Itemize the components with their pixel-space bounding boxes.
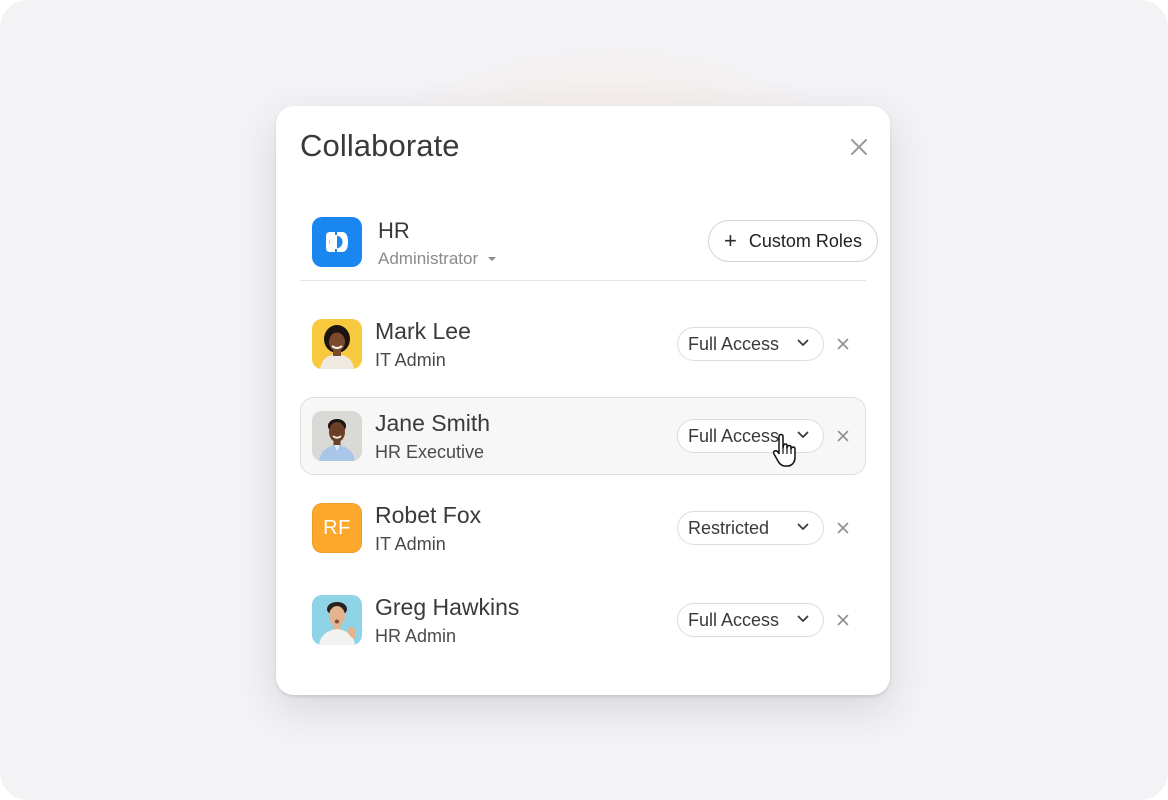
collaborate-dialog: Collaborate HR Administrator + Custom Ro… [276, 106, 890, 695]
avatar-initials: RF [312, 503, 362, 553]
close-icon [851, 139, 867, 155]
member-title: IT Admin [375, 534, 446, 554]
access-level-select[interactable]: Full Access [677, 419, 824, 453]
access-level-select[interactable]: Restricted [677, 511, 824, 545]
caret-down-icon [488, 257, 497, 261]
member-name: Robet Fox [375, 502, 482, 528]
member-name: Greg Hawkins [375, 594, 520, 620]
chevron-down-icon [797, 615, 809, 622]
dialog-title: Collaborate [300, 128, 460, 163]
close-button[interactable] [848, 136, 870, 158]
remove-icon [837, 338, 849, 350]
member-title: IT Admin [375, 350, 446, 370]
access-level-value: Restricted [688, 517, 770, 538]
remove-member-button[interactable] [836, 337, 850, 351]
remove-icon [837, 430, 849, 442]
member-row: RF Robet Fox IT Admin Restricted [300, 489, 866, 567]
member-title: HR Executive [375, 442, 485, 462]
member-row: Greg Hawkins HR Admin Full Access [300, 581, 866, 659]
remove-icon [837, 614, 849, 626]
chevron-down-icon [797, 523, 809, 530]
avatar [312, 319, 362, 369]
member-title: HR Admin [375, 626, 457, 646]
access-level-value: Full Access [688, 425, 780, 446]
remove-member-button[interactable] [836, 613, 850, 627]
access-level-value: Full Access [688, 609, 780, 630]
org-role-dropdown[interactable]: Administrator [378, 249, 497, 269]
org-logo-icon [326, 232, 348, 252]
avatar [312, 595, 362, 645]
plus-icon: + [724, 228, 737, 253]
avatar [312, 411, 362, 461]
remove-member-button[interactable] [836, 521, 850, 535]
remove-icon [837, 522, 849, 534]
remove-member-button[interactable] [836, 429, 850, 443]
background-canvas: Collaborate HR Administrator + Custom Ro… [0, 0, 1168, 800]
access-level-value: Full Access [688, 333, 780, 354]
member-row: Mark Lee IT Admin Full Access [300, 305, 866, 383]
member-name: Jane Smith [375, 410, 491, 436]
custom-roles-label: Custom Roles [748, 230, 862, 251]
hand-pointer-cursor [772, 433, 796, 467]
custom-roles-button[interactable]: + Custom Roles [708, 220, 878, 262]
access-level-select[interactable]: Full Access [677, 603, 824, 637]
org-name: HR [378, 218, 410, 243]
chevron-down-icon [797, 339, 809, 346]
org-role-label: Administrator [378, 249, 479, 268]
org-logo [312, 217, 362, 267]
access-level-select[interactable]: Full Access [677, 327, 824, 361]
member-name: Mark Lee [375, 318, 471, 344]
organization-row: HR Administrator + Custom Roles [300, 210, 878, 281]
